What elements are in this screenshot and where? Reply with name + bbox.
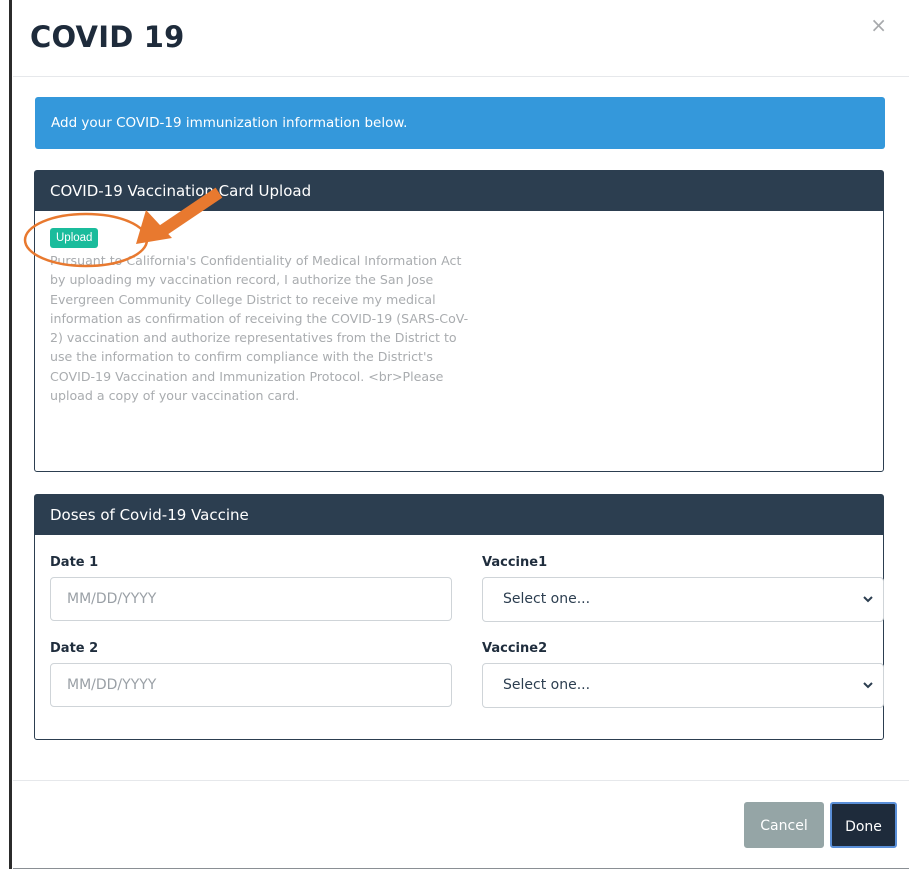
vaccine1-selected-value: Select one... xyxy=(503,591,591,607)
doses-panel: Doses of Covid-19 Vaccine Date 1 Vaccine… xyxy=(34,494,884,740)
modal-header: COVID 19 × xyxy=(13,0,909,77)
chevron-down-icon xyxy=(863,596,873,603)
upload-panel: COVID-19 Vaccination Card Upload Upload … xyxy=(34,170,884,472)
upload-consent-text: Pursuant to California's Confidentiality… xyxy=(50,253,469,404)
vaccine1-label: Vaccine1 xyxy=(482,555,548,570)
modal-footer: Cancel Done xyxy=(13,780,909,870)
date2-input[interactable] xyxy=(50,663,452,707)
page-edge xyxy=(0,0,13,869)
page-edge-bar xyxy=(9,0,12,869)
cancel-button[interactable]: Cancel xyxy=(744,802,824,848)
doses-panel-heading: Doses of Covid-19 Vaccine xyxy=(35,495,883,535)
info-banner: Add your COVID-19 immunization informati… xyxy=(35,97,885,149)
upload-button[interactable]: Upload xyxy=(50,228,99,248)
vaccine2-label: Vaccine2 xyxy=(482,641,548,656)
modal-title: COVID 19 xyxy=(30,20,185,54)
upload-panel-heading: COVID-19 Vaccination Card Upload xyxy=(35,171,883,211)
done-button[interactable]: Done xyxy=(830,802,897,848)
covid-modal: COVID 19 × Add your COVID-19 immunizatio… xyxy=(13,0,909,869)
vaccine2-selected-value: Select one... xyxy=(503,677,591,693)
close-icon[interactable]: × xyxy=(870,15,887,35)
date2-label: Date 2 xyxy=(50,641,99,656)
date1-label: Date 1 xyxy=(50,555,99,570)
chevron-down-icon xyxy=(863,682,873,689)
vaccine1-select[interactable]: Select one... xyxy=(482,577,884,622)
date1-input[interactable] xyxy=(50,577,452,621)
vaccine2-select[interactable]: Select one... xyxy=(482,663,884,708)
